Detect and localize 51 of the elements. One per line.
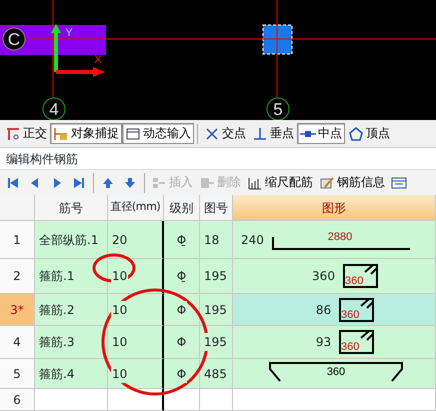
ortho-icon [5,126,21,142]
length-label: 93 [316,334,332,351]
stirrup-shape: 360 [339,328,376,356]
cross-icon [204,126,220,142]
axis-label: 5 [273,100,283,119]
diameter-cell: 10 [111,364,128,382]
column-shape [262,24,292,54]
column-header: 筋号 [35,195,108,221]
x-axis-arrow [56,67,105,77]
midpoint-icon [300,130,316,136]
rebar-name: 箍筋.3 [38,333,76,351]
snap-icon [53,126,69,142]
row-number: 4 [0,326,35,359]
snap-toggle[interactable]: 动态输入 [122,123,194,144]
axis-label: 4 [49,100,59,119]
y-axis-arrow [51,24,61,72]
rebar-name: 全部纵筋.1 [38,230,100,248]
annotation-circle [92,254,136,282]
length-label: 240 [241,232,264,248]
figure-number: 195 [203,333,228,351]
length-label: 360 [312,268,335,285]
snap-toggle[interactable]: 交点 [201,123,249,144]
diameter-cell: 10 [111,300,128,318]
x-axis-label: X [94,54,102,66]
toolbar-button[interactable]: 缩尺配筋 [244,172,316,193]
row-number: 2 [0,259,35,294]
row-number: 5 [0,359,35,389]
column-header: 图号 [200,195,233,221]
perpendicular-icon [252,126,268,142]
length-label: 86 [316,302,332,318]
row-number: 1 [0,221,35,259]
snap-toggle[interactable]: 顶点 [345,123,393,144]
y-axis-label: Y [65,27,73,39]
pencil-icon [319,174,335,190]
toolbar-button[interactable]: 钢筋信息 [316,172,388,193]
pentagon-icon [348,126,364,142]
stirrup-shape: 360 [339,296,376,324]
row-number: 6 [0,389,35,411]
snap-toggle[interactable]: 中点 [297,123,345,144]
stirrup-shape: 360 [342,262,379,290]
column-header: 级别 [164,195,200,221]
axis-label: C [8,30,20,49]
row-number: 3* [0,294,35,326]
table-icon [391,174,407,190]
snap-toggle[interactable]: 对象捕捉 [50,123,122,144]
rebar-name: 箍筋.1 [38,267,76,285]
axis-bubble [2,28,26,50]
snap-toggle[interactable]: 正交 [2,123,50,144]
column-header: 图形 [233,195,436,221]
column-header: 直径(mm) [108,195,164,221]
snap-toggle[interactable]: 垂点 [249,123,297,144]
